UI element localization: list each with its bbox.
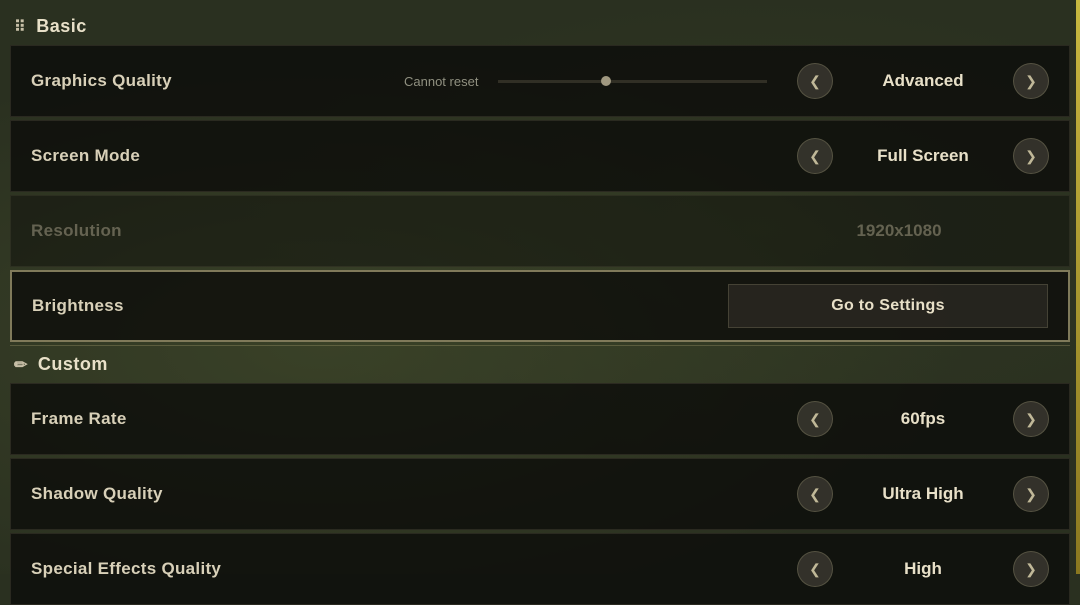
frame-rate-right-arrow[interactable]: ❯ [1013, 401, 1049, 437]
graphics-quality-value: Advanced [833, 71, 1013, 91]
special-effects-value: High [833, 559, 1013, 579]
shadow-quality-value: Ultra High [833, 484, 1013, 504]
goto-settings-button[interactable]: Go to Settings [728, 284, 1048, 328]
custom-icon: ✏ [14, 355, 28, 375]
brightness-row: Brightness Go to Settings [10, 270, 1070, 342]
screen-mode-control: ❮ Full Screen ❯ [797, 138, 1049, 174]
frame-rate-left-arrow[interactable]: ❮ [797, 401, 833, 437]
graphics-quality-right-arrow[interactable]: ❯ [1013, 63, 1049, 99]
basic-section-header: ⠿ Basic [10, 8, 1070, 45]
resolution-value: 1920x1080 [749, 221, 1049, 241]
screen-mode-right-arrow[interactable]: ❯ [1013, 138, 1049, 174]
graphics-quality-left-arrow[interactable]: ❮ [797, 63, 833, 99]
shadow-quality-control: ❮ Ultra High ❯ [797, 476, 1049, 512]
frame-rate-control: ❮ 60fps ❯ [797, 401, 1049, 437]
graphics-quality-control: ❮ Advanced ❯ [797, 63, 1049, 99]
custom-label: Custom [38, 354, 108, 375]
shadow-quality-left-arrow[interactable]: ❮ [797, 476, 833, 512]
basic-icon: ⠿ [14, 17, 26, 37]
right-accent-border [1076, 0, 1080, 574]
screen-mode-row: Screen Mode ❮ Full Screen ❯ [10, 120, 1070, 192]
graphics-quality-slider-area: Cannot reset [404, 74, 797, 89]
screen-mode-left-arrow[interactable]: ❮ [797, 138, 833, 174]
graphics-quality-row: Graphics Quality Cannot reset ❮ Advanced… [10, 45, 1070, 117]
special-effects-right-arrow[interactable]: ❯ [1013, 551, 1049, 587]
shadow-quality-right-arrow[interactable]: ❯ [1013, 476, 1049, 512]
shadow-quality-label: Shadow Quality [31, 484, 797, 504]
frame-rate-label: Frame Rate [31, 409, 797, 429]
frame-rate-value: 60fps [833, 409, 1013, 429]
basic-label: Basic [36, 16, 87, 37]
custom-section-header: ✏ Custom [10, 345, 1070, 383]
special-effects-quality-control: ❮ High ❯ [797, 551, 1049, 587]
brightness-label: Brightness [32, 296, 728, 316]
resolution-row: Resolution 1920x1080 [10, 195, 1070, 267]
resolution-label: Resolution [31, 221, 749, 241]
special-effects-quality-row: Special Effects Quality ❮ High ❯ [10, 533, 1070, 605]
screen-mode-value: Full Screen [833, 146, 1013, 166]
graphics-quality-slider[interactable] [498, 80, 767, 83]
slider-thumb[interactable] [601, 76, 611, 86]
shadow-quality-row: Shadow Quality ❮ Ultra High ❯ [10, 458, 1070, 530]
graphics-quality-label: Graphics Quality [31, 71, 404, 91]
special-effects-quality-label: Special Effects Quality [31, 559, 797, 579]
cannot-reset-label: Cannot reset [404, 74, 478, 89]
frame-rate-row: Frame Rate ❮ 60fps ❯ [10, 383, 1070, 455]
special-effects-left-arrow[interactable]: ❮ [797, 551, 833, 587]
screen-mode-label: Screen Mode [31, 146, 797, 166]
